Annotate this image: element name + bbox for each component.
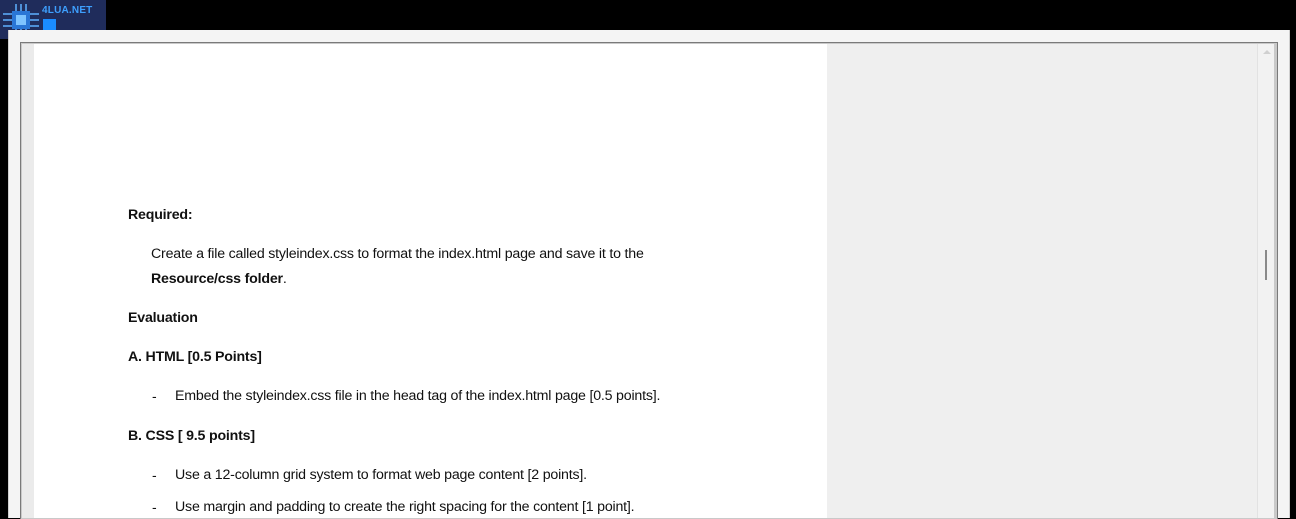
list-item: Embed the styleindex.css file in the hea… <box>175 388 661 404</box>
logo-text: 4LUA.NET <box>42 5 93 16</box>
list-item: Use a 12-column grid system to format we… <box>175 467 587 483</box>
bullet-dash: - <box>152 499 157 515</box>
required-text-line2: Resource/css folder. <box>151 271 287 287</box>
document-page: Required: Create a file called styleinde… <box>34 44 827 518</box>
top-bar <box>0 0 1296 30</box>
period: . <box>282 271 287 287</box>
document-viewer: Required: Create a file called styleinde… <box>22 44 1274 518</box>
required-text: Create a file called styleindex.css to f… <box>151 246 644 262</box>
evaluation-heading: Evaluation <box>128 310 198 326</box>
vertical-scrollbar[interactable] <box>1257 44 1274 518</box>
section-b-heading: B. CSS [ 9.5 points] <box>128 428 255 444</box>
section-a-heading: A. HTML [0.5 Points] <box>128 349 262 365</box>
scroll-up-arrow-icon[interactable] <box>1263 50 1271 54</box>
list-item: Use margin and padding to create the rig… <box>175 499 635 515</box>
bullet-dash: - <box>152 388 157 404</box>
bullet-dash: - <box>152 467 157 483</box>
folder-name: Resource/css folder <box>151 271 283 287</box>
required-heading: Required: <box>128 207 193 223</box>
viewer-background <box>827 44 1257 518</box>
scroll-thumb[interactable] <box>1265 250 1267 280</box>
